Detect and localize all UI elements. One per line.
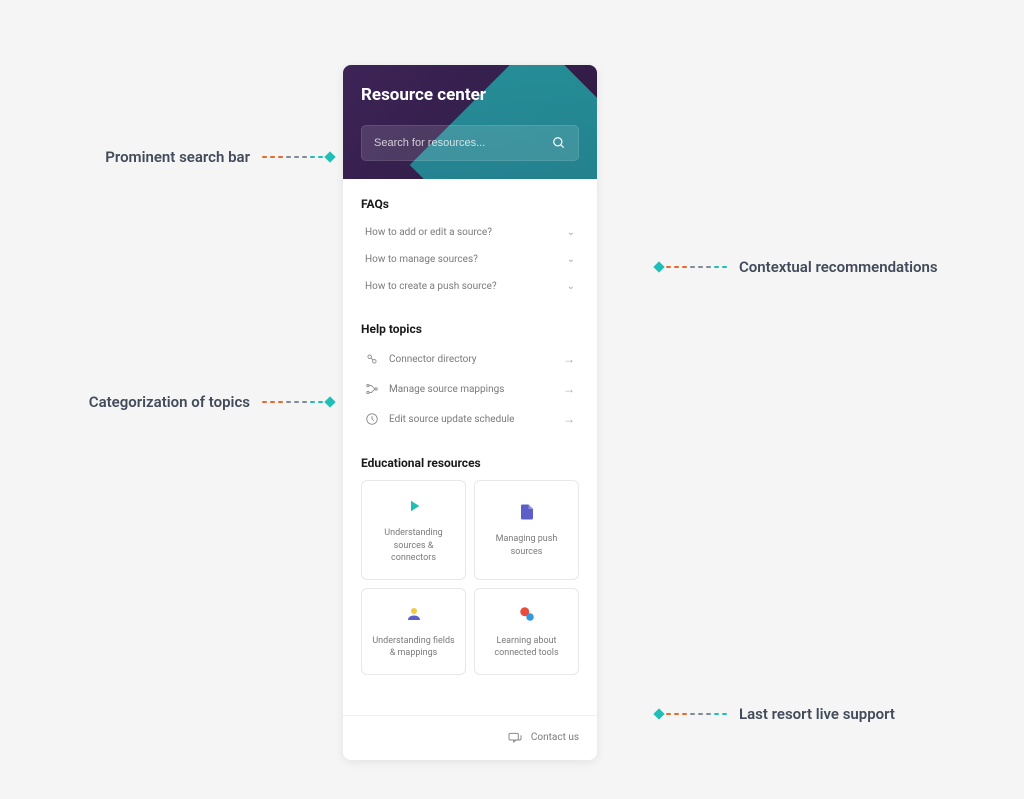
search-input[interactable] [374,137,552,149]
resource-card[interactable]: Understanding fields & mappings [361,588,466,675]
mapping-icon [365,382,379,396]
panel-header: Resource center [343,65,597,179]
chevron-down-icon: ⌄ [567,254,575,265]
card-label: Learning about connected tools [485,635,568,660]
resource-card[interactable]: Understanding sources & connectors [361,480,466,580]
topic-item[interactable]: Edit source update schedule → [361,404,579,434]
topic-item[interactable]: Manage source mappings → [361,374,579,404]
clock-icon [365,412,379,426]
educational-title: Educational resources [361,456,579,470]
dotted-connector [655,710,727,718]
dotted-connector [655,263,727,271]
play-icon [403,495,425,517]
faq-item[interactable]: How to manage sources? ⌄ [361,246,579,273]
annotation-search: Prominent search bar [105,148,334,166]
chevron-down-icon: ⌄ [567,227,575,238]
annotation-label: Last resort live support [739,705,895,723]
search-box[interactable] [361,125,579,161]
topic-item[interactable]: Connector directory → [361,344,579,374]
topic-label: Manage source mappings [389,384,563,395]
faqs-section: FAQs How to add or edit a source? ⌄ How … [361,197,579,300]
annotation-recommendations: Contextual recommendations [655,258,938,276]
card-label: Understanding fields & mappings [372,635,455,660]
document-icon [516,501,538,523]
arrow-right-icon: → [563,352,575,366]
topic-label: Edit source update schedule [389,414,563,425]
annotation-categorization: Categorization of topics [89,393,334,411]
connector-icon [365,352,379,366]
faq-item[interactable]: How to create a push source? ⌄ [361,273,579,300]
resource-card[interactable]: Managing push sources [474,480,579,580]
card-label: Understanding sources & connectors [372,527,455,565]
card-label: Managing push sources [485,533,568,558]
contact-label: Contact us [531,732,579,743]
contact-us-button[interactable]: Contact us [343,715,597,760]
faq-item[interactable]: How to add or edit a source? ⌄ [361,219,579,246]
dotted-connector [262,153,334,161]
faqs-title: FAQs [361,197,579,211]
cards-grid: Understanding sources & connectors Manag… [361,480,579,675]
tools-icon [516,603,538,625]
faq-label: How to manage sources? [365,254,478,265]
faq-label: How to create a push source? [365,281,497,292]
help-topics-section: Help topics Connector directory → Manage… [361,322,579,434]
help-topics-title: Help topics [361,322,579,336]
resource-center-panel: Resource center FAQs How to add or edit … [343,65,597,760]
annotation-label: Contextual recommendations [739,258,938,276]
faq-label: How to add or edit a source? [365,227,492,238]
arrow-right-icon: → [563,412,575,426]
annotation-label: Categorization of topics [89,393,250,411]
topic-label: Connector directory [389,354,563,365]
resource-card[interactable]: Learning about connected tools [474,588,579,675]
search-icon [552,136,566,150]
page-title: Resource center [361,85,579,105]
educational-section: Educational resources Understanding sour… [361,456,579,675]
dotted-connector [262,398,334,406]
annotation-live-support: Last resort live support [655,705,895,723]
annotation-label: Prominent search bar [105,148,250,166]
person-icon [403,603,425,625]
chevron-down-icon: ⌄ [567,281,575,292]
arrow-right-icon: → [563,382,575,396]
panel-body: FAQs How to add or edit a source? ⌄ How … [343,179,597,715]
chat-icon [507,730,523,746]
